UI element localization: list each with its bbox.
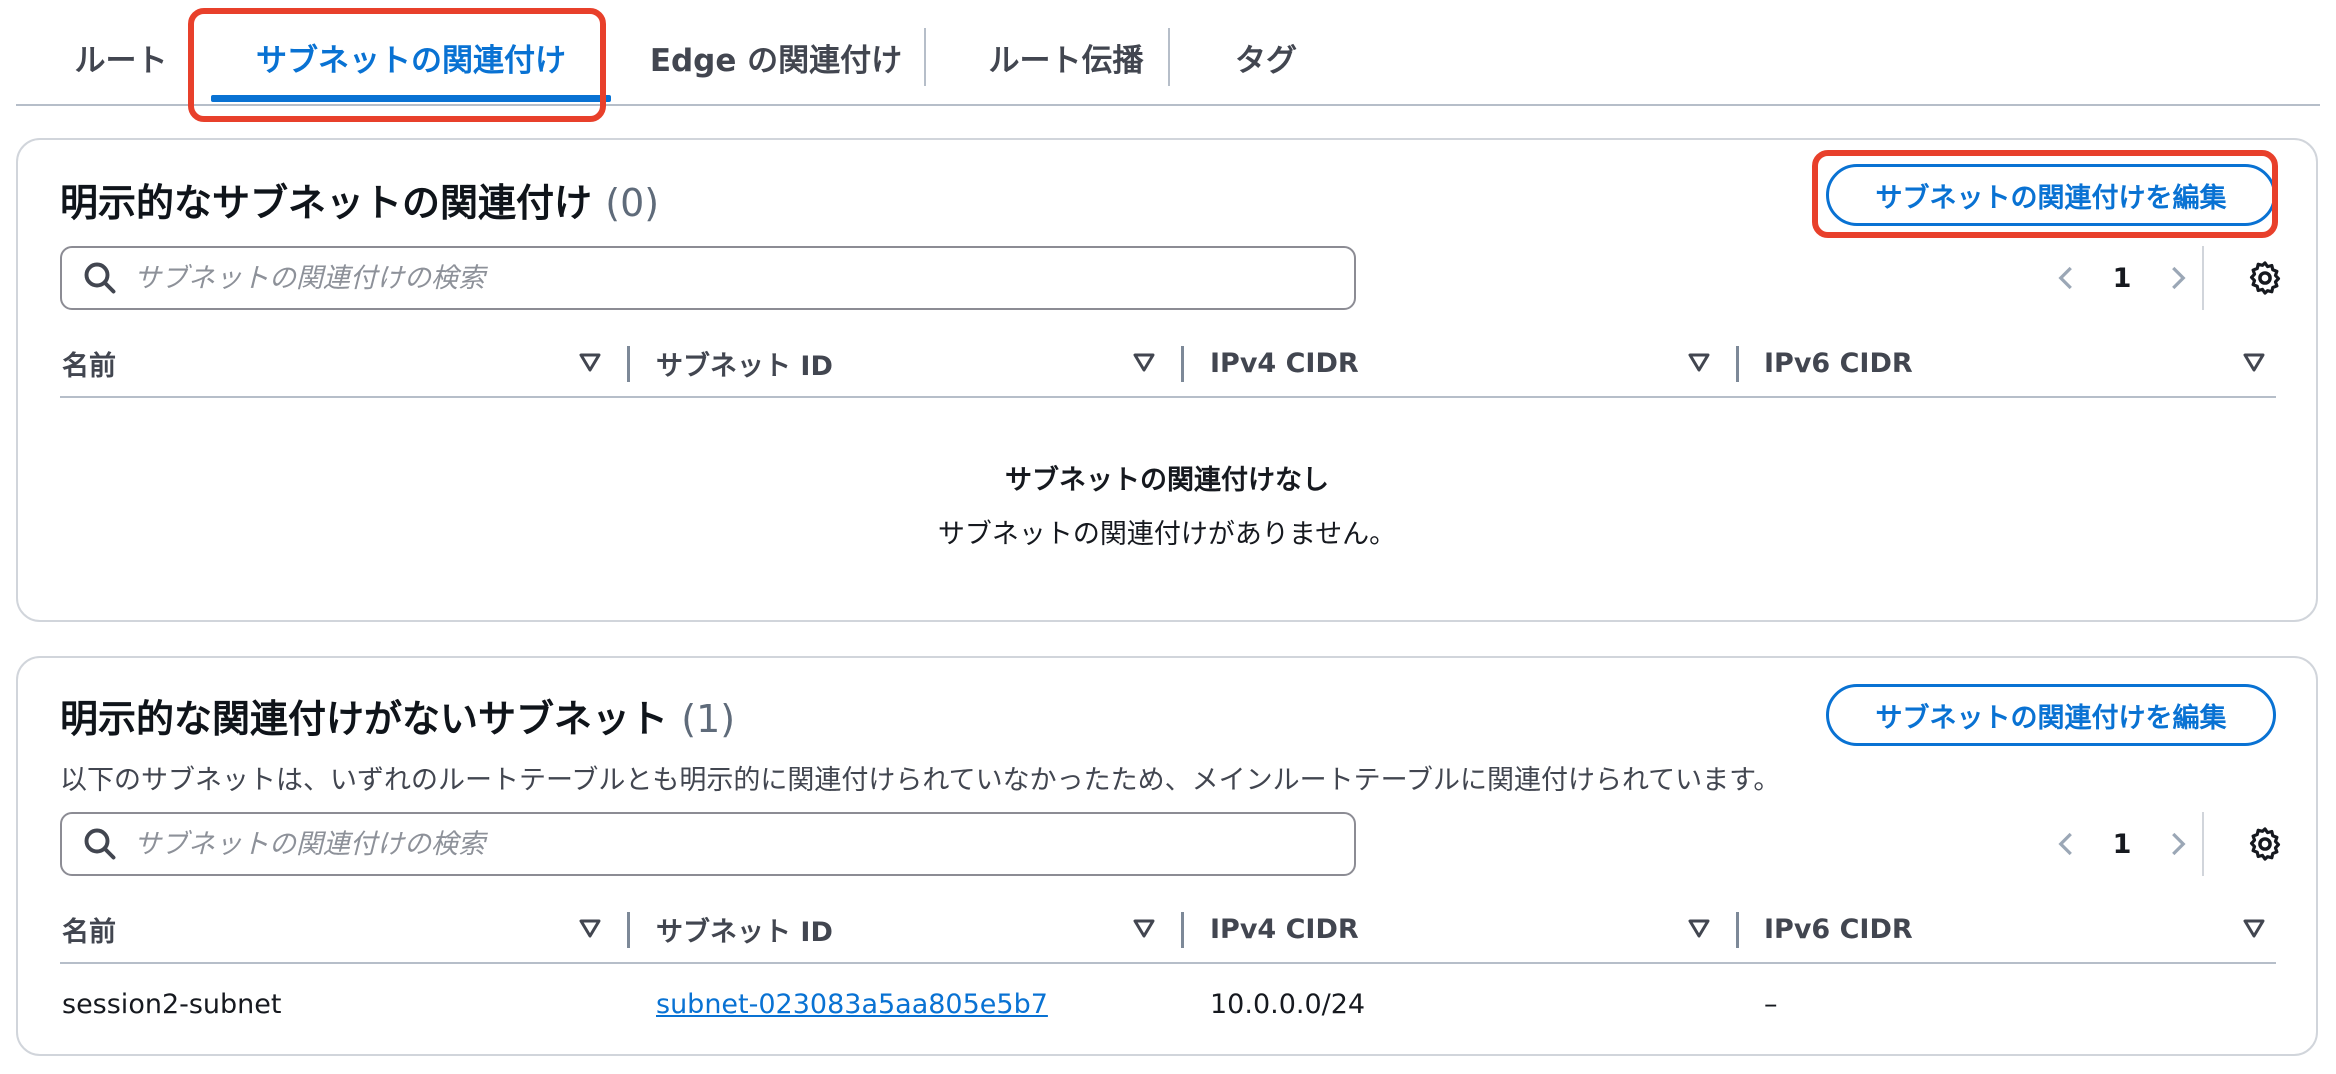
sort-down-icon[interactable] (578, 916, 602, 940)
panel-title: 明示的な関連付けがないサブネット (1) (60, 688, 735, 743)
pager-divider (2202, 246, 2204, 310)
tab-tags[interactable]: タグ (1206, 20, 1326, 94)
empty-state-title: サブネットの関連付けなし (1005, 465, 1329, 496)
edit-subnet-associations-button[interactable]: サブネットの関連付けを編集 (1826, 164, 2276, 226)
sort-down-icon[interactable] (1687, 916, 1711, 940)
tab-routes[interactable]: ルート (46, 20, 196, 94)
sort-down-icon[interactable] (2242, 916, 2266, 940)
column-header-name[interactable]: 名前 (62, 330, 116, 396)
chevron-left-icon[interactable] (2052, 263, 2082, 293)
tab-route-propagation[interactable]: ルート伝播 (956, 20, 1176, 94)
column-header-ipv4[interactable]: IPv4 CIDR (1210, 896, 1359, 962)
column-header-ipv4[interactable]: IPv4 CIDR (1210, 330, 1359, 396)
current-page[interactable]: 1 (2082, 829, 2162, 860)
panel-description: 以下のサブネットは、いずれのルートテーブルとも明示的に関連付けられていなかったた… (60, 765, 1781, 796)
column-divider[interactable] (627, 912, 630, 948)
column-header-ipv6[interactable]: IPv6 CIDR (1764, 330, 1913, 396)
tab-divider (924, 28, 926, 86)
column-header-name[interactable]: 名前 (62, 896, 116, 962)
column-divider[interactable] (627, 346, 630, 382)
panel-title-text: 明示的なサブネットの関連付け (60, 181, 593, 225)
panel-title: 明示的なサブネットの関連付け (0) (60, 172, 659, 227)
column-divider[interactable] (1181, 912, 1184, 948)
table-header: 名前 サブネット ID IPv4 CIDR IPv6 CIDR (60, 330, 2276, 398)
tab-edge-associations[interactable]: Edge の関連付け (626, 20, 926, 94)
chevron-right-icon[interactable] (2162, 263, 2192, 293)
table-header: 名前 サブネット ID IPv4 CIDR IPv6 CIDR (60, 896, 2276, 964)
panel-count: (1) (681, 697, 736, 741)
search-icon (84, 262, 116, 294)
panel-count: (0) (605, 181, 660, 225)
tab-bar: ルート サブネットの関連付け Edge の関連付け ルート伝播 タグ (16, 0, 2320, 106)
chevron-left-icon[interactable] (2052, 829, 2082, 859)
search-box[interactable] (60, 812, 1356, 876)
chevron-right-icon[interactable] (2162, 829, 2192, 859)
column-divider[interactable] (1181, 346, 1184, 382)
search-input[interactable] (134, 828, 894, 860)
column-divider[interactable] (1736, 346, 1739, 382)
active-tab-indicator (211, 95, 611, 102)
pagination: 1 (2052, 246, 2192, 310)
search-input[interactable] (134, 262, 894, 294)
sort-down-icon[interactable] (1132, 350, 1156, 374)
implicit-associations-panel: 明示的な関連付けがないサブネット (1) 以下のサブネットは、いずれのルートテー… (16, 656, 2318, 1056)
current-page[interactable]: 1 (2082, 263, 2162, 294)
search-icon (84, 828, 116, 860)
cell-name: session2-subnet (62, 989, 282, 1020)
subnet-id-link[interactable]: subnet-023083a5aa805e5b7 (656, 989, 1048, 1020)
gear-icon[interactable] (2246, 259, 2284, 297)
empty-state-description: サブネットの関連付けがありません。 (937, 519, 1397, 550)
explicit-associations-panel: 明示的なサブネットの関連付け (0) サブネットの関連付けを編集 1 名前 サブ… (16, 138, 2318, 622)
column-header-ipv6[interactable]: IPv6 CIDR (1764, 896, 1913, 962)
sort-down-icon[interactable] (578, 350, 602, 374)
sort-down-icon[interactable] (1132, 916, 1156, 940)
pager-divider (2202, 812, 2204, 876)
gear-icon[interactable] (2246, 825, 2284, 863)
cell-ipv6-cidr: – (1764, 989, 1778, 1020)
sort-down-icon[interactable] (2242, 350, 2266, 374)
column-header-subnet-id[interactable]: サブネット ID (656, 330, 833, 396)
search-box[interactable] (60, 246, 1356, 310)
panel-title-text: 明示的な関連付けがないサブネット (60, 697, 669, 741)
tab-divider (1168, 28, 1170, 86)
column-divider[interactable] (1736, 912, 1739, 948)
column-header-subnet-id[interactable]: サブネット ID (656, 896, 833, 962)
cell-ipv4-cidr: 10.0.0.0/24 (1210, 989, 1366, 1020)
pagination: 1 (2052, 812, 2192, 876)
sort-down-icon[interactable] (1687, 350, 1711, 374)
tab-subnet-associations[interactable]: サブネットの関連付け (206, 20, 616, 94)
edit-subnet-associations-button[interactable]: サブネットの関連付けを編集 (1826, 684, 2276, 746)
